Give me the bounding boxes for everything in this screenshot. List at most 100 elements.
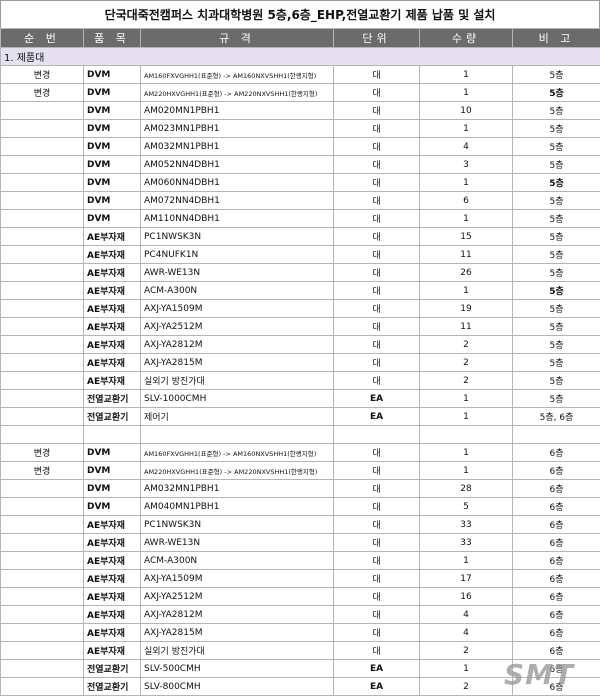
row-spec: AM052NN4DBH1 <box>141 156 334 174</box>
row-no <box>1 678 84 696</box>
row-spec: PC1NWSK3N <box>141 228 334 246</box>
row-spec: AXJ-YA2812M <box>141 606 334 624</box>
row-qty: 28 <box>420 480 513 498</box>
row-note: 5층 <box>513 210 600 228</box>
row-spec: AM023MN1PBH1 <box>141 120 334 138</box>
row-item: AE부자재 <box>84 336 141 354</box>
row-spec: AM020MN1PBH1 <box>141 102 334 120</box>
row-spec: AM220HXVGHH1(표준형) -> AM220NXVSHH1(한랭지형) <box>141 84 334 102</box>
table-row: DVMAM110NN4DBH1대15층 <box>1 210 600 228</box>
row-item: DVM <box>84 66 141 84</box>
table-row: AE부자재AXJ-YA2812M대46층 <box>1 606 600 624</box>
row-no <box>1 408 84 426</box>
row-spec: SLV-800CMH <box>141 678 334 696</box>
table-row: DVMAM052NN4DBH1대35층 <box>1 156 600 174</box>
row-no <box>1 516 84 534</box>
row-spec: AM160FXVGHH1(표준형) -> AM160NXVSHH1(한랭지형) <box>141 66 334 84</box>
row-note: 5층 <box>513 120 600 138</box>
row-item: DVM <box>84 174 141 192</box>
row-no <box>1 174 84 192</box>
row-no <box>1 138 84 156</box>
row-item: AE부자재 <box>84 570 141 588</box>
row-item: DVM <box>84 462 141 480</box>
row-qty: 4 <box>420 606 513 624</box>
row-no <box>1 606 84 624</box>
row-note: 5층 <box>513 102 600 120</box>
row-qty: 2 <box>420 354 513 372</box>
table-row: DVMAM032MN1PBH1대45층 <box>1 138 600 156</box>
table-row: AE부자재PC4NUFK1N대115층 <box>1 246 600 264</box>
row-note: 6층 <box>513 462 600 480</box>
row-spec: 실외기 방진가대 <box>141 372 334 390</box>
row-qty: 33 <box>420 516 513 534</box>
row-spec: AXJ-YA2512M <box>141 588 334 606</box>
row-no <box>1 282 84 300</box>
row-qty: 17 <box>420 570 513 588</box>
row-unit: 대 <box>334 552 420 570</box>
row-qty: 3 <box>420 156 513 174</box>
row-unit: 대 <box>334 66 420 84</box>
row-no <box>1 102 84 120</box>
row-no <box>1 480 84 498</box>
row-note: 6층 <box>513 534 600 552</box>
row-spec: AM220HXVGHH1(표준형) -> AM220NXVSHH1(한랭지형) <box>141 462 334 480</box>
row-unit: 대 <box>334 462 420 480</box>
row-note: 5층 <box>513 156 600 174</box>
row-qty: 1 <box>420 174 513 192</box>
row-qty: 10 <box>420 102 513 120</box>
row-spec: SLV-1000CMH <box>141 390 334 408</box>
row-qty: 2 <box>420 336 513 354</box>
row-note: 5층 <box>513 66 600 84</box>
row-no <box>1 372 84 390</box>
table-row: AE부자재AWR-WE13N대336층 <box>1 534 600 552</box>
row-item: DVM <box>84 102 141 120</box>
row-note: 6층 <box>513 570 600 588</box>
row-qty: 2 <box>420 642 513 660</box>
row-qty: 4 <box>420 138 513 156</box>
row-item: 전열교환기 <box>84 390 141 408</box>
table-row: DVMAM020MN1PBH1대105층 <box>1 102 600 120</box>
row-unit: 대 <box>334 246 420 264</box>
row-item: DVM <box>84 210 141 228</box>
table-row: DVMAM072NN4DBH1대65층 <box>1 192 600 210</box>
row-note: 5층 <box>513 282 600 300</box>
table-row: AE부자재AXJ-YA1509M대176층 <box>1 570 600 588</box>
blank-cell <box>84 426 141 444</box>
row-item: AE부자재 <box>84 588 141 606</box>
row-note: 5층 <box>513 390 600 408</box>
row-item: 전열교환기 <box>84 678 141 696</box>
row-item: AE부자재 <box>84 264 141 282</box>
row-no <box>1 192 84 210</box>
row-item: AE부자재 <box>84 534 141 552</box>
row-unit: 대 <box>334 498 420 516</box>
watermark-logo: SMT <box>504 658 596 692</box>
row-note: 5층 <box>513 246 600 264</box>
row-no <box>1 228 84 246</box>
row-qty: 1 <box>420 66 513 84</box>
row-qty: 2 <box>420 372 513 390</box>
row-note: 6층 <box>513 480 600 498</box>
header-row: 순 번 품 목 규 격 단위 수량 비 고 <box>1 29 600 48</box>
row-note: 5층 <box>513 318 600 336</box>
row-no <box>1 336 84 354</box>
row-item: DVM <box>84 192 141 210</box>
row-no <box>1 660 84 678</box>
table-row: AE부자재AXJ-YA2512M대115층 <box>1 318 600 336</box>
row-qty: 1 <box>420 120 513 138</box>
row-no <box>1 498 84 516</box>
table-row: 변경DVMAM220HXVGHH1(표준형) -> AM220NXVSHH1(한… <box>1 84 600 102</box>
row-unit: EA <box>334 678 420 696</box>
header-unit: 단위 <box>334 29 420 48</box>
table-row: AE부자재PC1NWSK3N대155층 <box>1 228 600 246</box>
row-item: AE부자재 <box>84 318 141 336</box>
row-note: 5층 <box>513 138 600 156</box>
row-note: 6층 <box>513 588 600 606</box>
row-spec: AM110NN4DBH1 <box>141 210 334 228</box>
row-unit: 대 <box>334 192 420 210</box>
row-no <box>1 624 84 642</box>
row-no: 변경 <box>1 444 84 462</box>
row-unit: 대 <box>334 120 420 138</box>
table-row: AE부자재PC1NWSK3N대336층 <box>1 516 600 534</box>
row-qty: 4 <box>420 624 513 642</box>
row-spec: AXJ-YA2812M <box>141 336 334 354</box>
